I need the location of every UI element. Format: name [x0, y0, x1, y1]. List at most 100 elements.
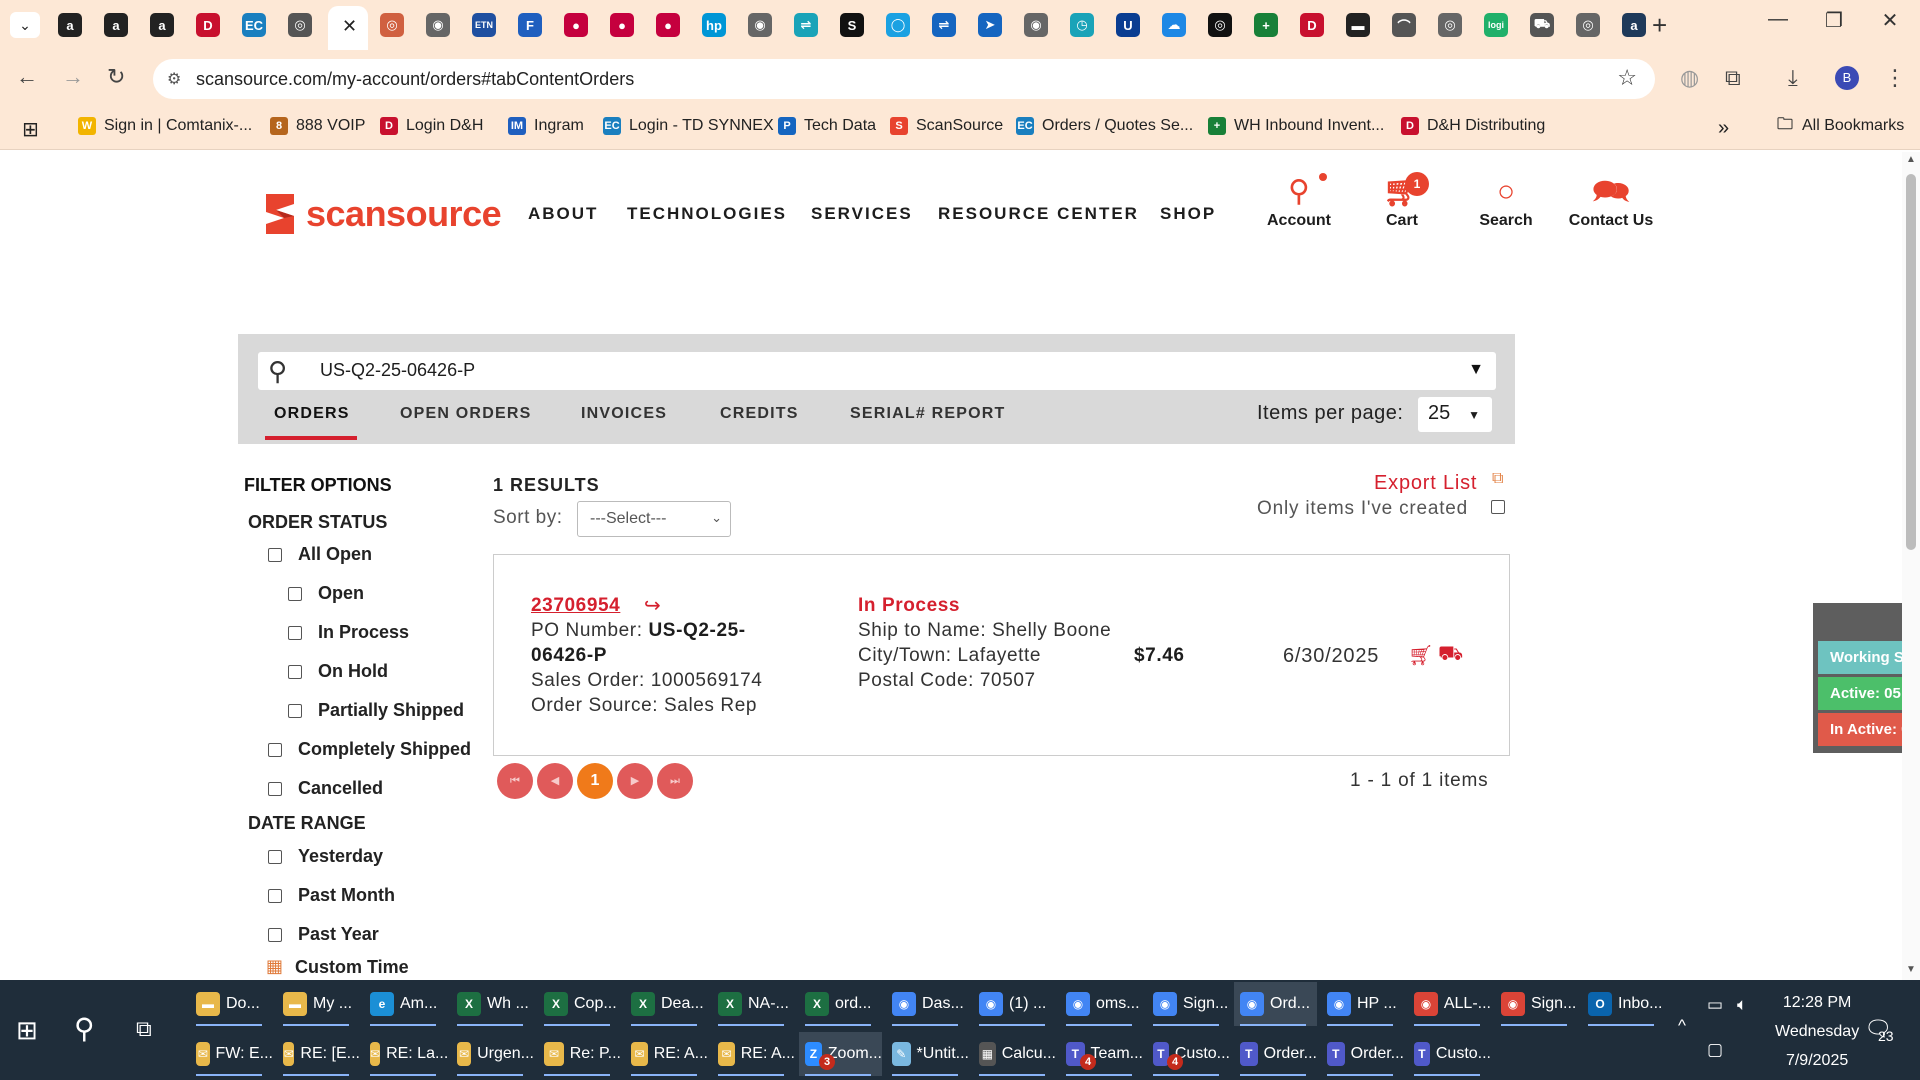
site-info-icon[interactable]: ⚙	[167, 69, 181, 89]
only-mine-checkbox[interactable]	[1491, 500, 1505, 514]
bookmark-item[interactable]: + WH Inbound Invent...	[1208, 117, 1384, 135]
tab-invoices[interactable]: INVOICES	[581, 405, 667, 423]
compass-icon[interactable]: ◎	[1576, 13, 1600, 37]
taskbar-app-button[interactable]: ✉ Urgen...	[451, 1032, 534, 1076]
windows-start-icon[interactable]: ⊞	[16, 1015, 38, 1046]
taskbar-app-button[interactable]: T 4 Custo...	[1147, 1032, 1230, 1076]
minimize-icon[interactable]: —	[1750, 8, 1806, 31]
filter-yesterday[interactable]: Yesterday	[268, 846, 383, 867]
taskbar-app-button[interactable]: O Inbo...	[1582, 982, 1665, 1026]
prev-page-button[interactable]: ◀	[537, 763, 573, 799]
order-search-input[interactable]: ⚲ US-Q2-25-06426-P ▼	[258, 352, 1496, 390]
checkbox[interactable]	[268, 927, 282, 942]
clock-icon[interactable]: ◷	[1070, 13, 1094, 37]
show-hidden-icons[interactable]: ^	[1678, 1016, 1686, 1036]
taskbar-app-button[interactable]: ◉ Sign...	[1495, 982, 1578, 1026]
bookmark-star-icon[interactable]: ☆	[1617, 65, 1637, 91]
nav-services[interactable]: SERVICES	[811, 204, 913, 224]
car-icon[interactable]: ⛟	[1530, 13, 1554, 37]
amazon-a-icon[interactable]: a	[150, 13, 174, 37]
taskbar-app-button[interactable]: ✉ FW: E...	[190, 1032, 273, 1076]
taskbar-app-button[interactable]: T 4 Team...	[1060, 1032, 1143, 1076]
globe-icon[interactable]: ◉	[426, 13, 450, 37]
reorder-cart-icon[interactable]: 🛒︎	[1408, 643, 1433, 668]
reload-icon[interactable]: ↻	[107, 64, 125, 90]
taskbar-app-button[interactable]: ▦ Calcu...	[973, 1032, 1056, 1076]
amazon-icon[interactable]: a	[58, 13, 82, 37]
back-icon[interactable]: ←	[16, 64, 38, 90]
bookmark-item[interactable]: D D&H Distributing	[1401, 117, 1545, 135]
taskbar-app-button[interactable]: ◉ Das...	[886, 982, 969, 1026]
checkbox[interactable]	[288, 586, 302, 601]
lg-icon[interactable]: ●	[610, 13, 634, 37]
taskbar-app-button[interactable]: X Dea...	[625, 982, 708, 1026]
lg-icon[interactable]: ●	[564, 13, 588, 37]
chart-icon[interactable]: ▬	[1346, 13, 1370, 37]
items-per-page-select[interactable]: 25 ▼	[1418, 397, 1492, 432]
taskbar-app-button[interactable]: ◉ ALL-...	[1408, 982, 1491, 1026]
globe-icon[interactable]: ◉	[748, 13, 772, 37]
bookmark-item[interactable]: W Sign in | Comtanix-...	[78, 117, 252, 135]
new-tab-button[interactable]: +	[1652, 10, 1667, 41]
calendar-icon[interactable]: ▦	[266, 956, 283, 977]
checkbox[interactable]	[288, 664, 302, 679]
volume-icon[interactable]: 🔈︎	[1737, 995, 1747, 1015]
bookmark-item[interactable]: EC Login - TD SYNNEX	[603, 117, 774, 135]
close-window-icon[interactable]: ✕	[1862, 8, 1918, 33]
filter-on-hold[interactable]: On Hold	[288, 661, 388, 682]
filter-in-process[interactable]: In Process	[288, 622, 409, 643]
apps-grid-icon[interactable]: ⊞	[22, 117, 39, 142]
restore-icon[interactable]: ❐	[1806, 8, 1862, 33]
search-dropdown-icon[interactable]: ▼	[1468, 361, 1484, 379]
f-icon[interactable]: F	[518, 13, 542, 37]
globe-icon[interactable]: ◉	[1024, 13, 1048, 37]
taskbar-app-button[interactable]: T Order...	[1234, 1032, 1317, 1076]
export-icon[interactable]: ⧉	[1492, 470, 1503, 488]
circle-icon[interactable]: ◯	[886, 13, 910, 37]
translate-icon[interactable]: ◍	[1680, 65, 1699, 91]
scansource-logo[interactable]: scansource	[258, 190, 502, 238]
close-tab-icon[interactable]: ✕	[342, 16, 357, 37]
checkbox[interactable]	[268, 547, 282, 562]
search-link[interactable]: ○ Search	[1474, 172, 1538, 230]
filter-past-year[interactable]: Past Year	[268, 924, 379, 945]
notification-center[interactable]: 🗨 23	[1864, 1016, 1894, 1044]
amazon-a-icon[interactable]: a	[1622, 13, 1646, 37]
checkbox[interactable]	[268, 888, 282, 903]
taskbar-app-button[interactable]: Z 3 Zoom...	[799, 1032, 882, 1076]
filter-all-open[interactable]: All Open	[268, 544, 372, 565]
plus-icon[interactable]: +	[1254, 13, 1278, 37]
taskbar-app-button[interactable]: X Wh ...	[451, 982, 534, 1026]
taskbar-app-button[interactable]: ◉ HP ...	[1321, 982, 1404, 1026]
taskbar-app-button[interactable]: Xord...	[799, 982, 882, 1026]
tab-credits[interactable]: CREDITS	[720, 405, 799, 423]
download-icon[interactable]: ⤓	[1788, 65, 1798, 91]
arrow-icon[interactable]: ➤	[978, 13, 1002, 37]
first-page-button[interactable]: ⏮	[497, 763, 533, 799]
all-bookmarks[interactable]: 🗀 All Bookmarks	[1776, 116, 1904, 135]
compass-icon[interactable]: ◎	[1438, 13, 1462, 37]
cloud-icon[interactable]: ☁	[1162, 13, 1186, 37]
hp-icon[interactable]: hp	[702, 13, 726, 37]
dh-icon[interactable]: D	[196, 13, 220, 37]
taskbar-app-button[interactable]: ◉ Ord...	[1234, 982, 1317, 1026]
taskbar-app-button[interactable]: T Order...	[1321, 1032, 1404, 1076]
url-text[interactable]: scansource.com/my-account/orders#tabCont…	[196, 69, 634, 90]
scroll-down-icon[interactable]: ▼	[1906, 964, 1916, 975]
checkbox[interactable]	[268, 742, 282, 757]
share-icon[interactable]: ↪	[644, 593, 661, 618]
taskbar-app-button[interactable]: X NA-...	[712, 982, 795, 1026]
export-list-link[interactable]: Export List	[1374, 472, 1477, 495]
checkbox[interactable]	[268, 849, 282, 864]
taskbar-app-button[interactable]: X Cop...	[538, 982, 621, 1026]
tab-search-icon[interactable]: ⌄	[10, 12, 40, 38]
profile-avatar[interactable]: B	[1835, 66, 1859, 90]
nav-shop[interactable]: SHOP	[1160, 204, 1216, 224]
filter-open[interactable]: Open	[288, 583, 364, 604]
taskbar-app-button[interactable]: ◉ (1) ...	[973, 982, 1056, 1026]
openai-icon[interactable]: ◎	[1208, 13, 1232, 37]
swirl-icon[interactable]: ◎	[288, 13, 312, 37]
logi-icon[interactable]: logi	[1484, 13, 1508, 37]
taskbar-app-button[interactable]: ✉ RE: A...	[712, 1032, 795, 1076]
taskbar-app-button[interactable]: ◉ Sign...	[1147, 982, 1230, 1026]
